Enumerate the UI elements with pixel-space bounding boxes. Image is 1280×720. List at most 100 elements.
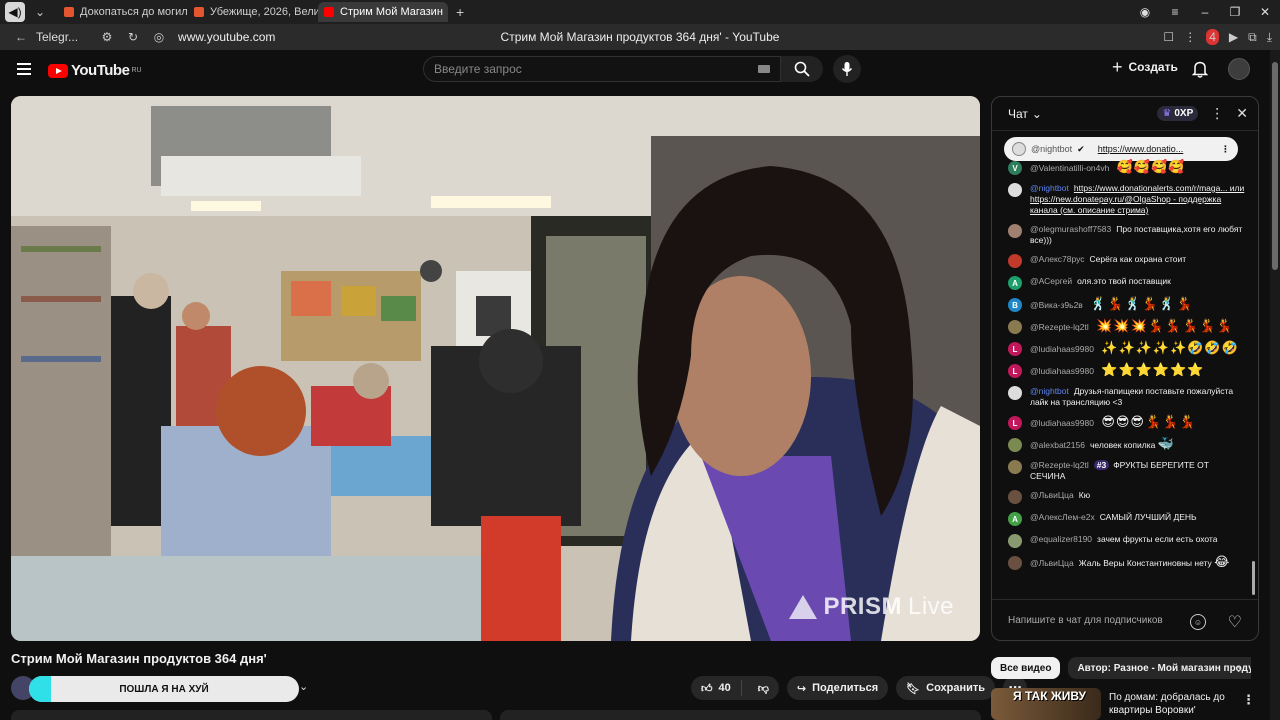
chat-author-avatar[interactable] [1008, 534, 1022, 548]
more-vert-icon[interactable]: ⋮ [1242, 692, 1255, 708]
reload-icon[interactable]: ↻ [122, 30, 144, 44]
more-vert-icon[interactable]: ⋮ [1184, 30, 1196, 44]
chat-author-name[interactable]: @alexbat2156 [1030, 440, 1085, 450]
chat-author-name[interactable]: @olegmurashoff7583 [1030, 224, 1111, 234]
more-vert-icon[interactable]: ⋮ [1210, 105, 1224, 122]
chat-author-avatar[interactable]: А [1008, 276, 1022, 290]
chat-author-name[interactable]: @nightbot [1030, 386, 1069, 396]
back-label[interactable]: Telegr... [36, 30, 78, 44]
minimize-icon[interactable]: – [1190, 5, 1220, 19]
chat-author-name[interactable]: @ludiahaas9980 [1030, 418, 1094, 428]
chat-author-avatar[interactable] [1008, 386, 1022, 400]
browser-tab-active[interactable]: Стрим Мой Магазин ✕ [318, 2, 448, 22]
hamburger-menu-icon[interactable] [17, 63, 31, 78]
back-arrow-icon[interactable]: ← [10, 30, 32, 44]
dislike-button[interactable]: 👎︎ [748, 682, 779, 695]
youtube-logo[interactable]: YouTube RU [48, 62, 142, 79]
overlay-notification: ПОШЛА Я НА ХУЙ [29, 676, 299, 702]
chevron-right-icon[interactable]: › [1237, 660, 1242, 676]
chat-author-avatar[interactable] [1008, 224, 1022, 238]
account-avatar[interactable] [1228, 58, 1250, 80]
chat-author-name[interactable]: @АСергей [1030, 276, 1072, 286]
chat-author-avatar[interactable]: А [1008, 512, 1022, 526]
chat-author-avatar[interactable] [1008, 490, 1022, 504]
chat-message-text: оля.это твой поставщик [1077, 276, 1171, 286]
chat-author-avatar[interactable]: L [1008, 364, 1022, 378]
chat-mode-dropdown[interactable]: Чат ⌄ [1008, 107, 1042, 121]
logo-text: YouTube [71, 62, 130, 79]
video-title: Стрим Мой Магазин продуктов 364 дня' [11, 651, 267, 666]
chat-author-avatar[interactable] [1008, 320, 1022, 334]
site-info-icon[interactable]: ◎ [148, 30, 170, 44]
chat-input[interactable] [1008, 612, 1204, 628]
url-field[interactable]: www.youtube.com [178, 30, 275, 44]
page-scrollbar[interactable] [1270, 50, 1280, 720]
like-dislike-group: 👍︎ 40 👎︎ [691, 676, 779, 700]
chat-author-name[interactable]: @ludiahaas9980 [1030, 366, 1094, 376]
chip-all-videos[interactable]: Все видео [991, 657, 1061, 679]
chat-scrollbar[interactable] [1252, 561, 1255, 595]
like-button[interactable]: 👍︎ 40 [691, 680, 742, 696]
browser-tab-2[interactable]: Убежище, 2026, Великоб [188, 2, 318, 22]
chat-author-avatar[interactable]: V [1008, 161, 1022, 175]
chat-author-avatar[interactable]: L [1008, 416, 1022, 430]
tab-list-icon[interactable]: ⌄ [30, 2, 50, 22]
new-tab-icon[interactable]: + [456, 4, 464, 20]
related-video-title[interactable]: По домам: добралась до квартиры Воровки' [1109, 691, 1239, 717]
chat-author-avatar[interactable] [1008, 438, 1022, 452]
voice-search-button[interactable] [833, 55, 861, 83]
chat-author-name[interactable]: @ЛьвиЦца [1030, 490, 1074, 500]
chat-author-name[interactable]: @Вика-з9ь2в [1030, 300, 1083, 310]
chat-author-name[interactable]: @Rezepte-lq2tl [1030, 322, 1089, 332]
profile-icon[interactable]: ◉ [1130, 5, 1160, 19]
video-thumbnail[interactable]: Я ТАК ЖИВУ [991, 688, 1101, 720]
emoji-icon[interactable]: ☺ [1190, 614, 1206, 630]
create-button[interactable]: + Создать [1112, 58, 1178, 76]
chat-messages: V @Valentinatilli-on4vh 🥰🥰🥰🥰 @nightbot http… [992, 160, 1252, 578]
pinned-menu-icon[interactable]: ⋮ [1221, 144, 1230, 155]
live-chat: Чат ⌄ ♛ 0XP ⋮ ✕ @nightbot ✔︎ https://www… [991, 96, 1259, 641]
pinned-message[interactable]: @nightbot ✔︎ https://www.donatio... ⋮ [1004, 137, 1238, 161]
chat-author-avatar[interactable] [1008, 254, 1022, 268]
video-player[interactable]: PRISM Live [11, 96, 980, 641]
chat-author-avatar[interactable]: L [1008, 342, 1022, 356]
chat-author-name[interactable]: @equalizer8190 [1030, 534, 1092, 544]
maximize-icon[interactable]: ❐ [1220, 5, 1250, 19]
chat-author-avatar[interactable] [1008, 460, 1022, 474]
extension-icon[interactable]: ⚙ [96, 30, 118, 44]
chat-author-name[interactable]: @АлексЛем-е2х [1030, 512, 1095, 522]
pinned-link[interactable]: https://www.donatio... [1098, 144, 1184, 154]
notifications-button[interactable] [1191, 60, 1209, 81]
chat-author-name[interactable]: @ludiahaas9980 [1030, 344, 1094, 354]
browser-tab-1[interactable]: Докопаться до могилы, 2 [58, 2, 188, 22]
chat-author-name[interactable]: @Алекс78рус [1030, 254, 1085, 264]
keyboard-icon[interactable] [758, 65, 770, 73]
xp-badge[interactable]: ♛ 0XP [1157, 106, 1199, 121]
chat-author-name[interactable]: @ЛьвиЦца [1030, 558, 1074, 568]
chat-author-avatar[interactable]: В [1008, 298, 1022, 312]
extensions-icon[interactable]: ⧉ [1248, 30, 1257, 45]
chat-author-avatar[interactable] [1008, 556, 1022, 570]
chat-author-avatar[interactable] [1008, 183, 1022, 197]
chat-author-name[interactable]: @nightbot [1030, 183, 1069, 193]
search-button[interactable] [781, 56, 823, 82]
speaker-icon[interactable]: ◀) [5, 2, 25, 22]
chat-author-name[interactable]: @Valentinatilli-on4vh [1030, 163, 1109, 173]
close-chat-icon[interactable]: ✕ [1236, 105, 1248, 122]
downloads-icon[interactable]: ⤓ [1267, 30, 1272, 45]
heart-icon[interactable]: ♡ [1228, 612, 1242, 632]
chat-author-name[interactable]: @Rezepte-lq2tl [1030, 460, 1089, 470]
search-input[interactable] [424, 57, 780, 81]
share-button[interactable]: ↪ Поделиться [786, 676, 889, 700]
media-icon[interactable]: ▶ [1229, 30, 1238, 44]
menu-icon[interactable]: ≡ [1160, 5, 1190, 19]
search-box [423, 56, 781, 82]
related-video-item[interactable]: Я ТАК ЖИВУ По домам: добралась до кварти… [991, 688, 1259, 720]
chip-author[interactable]: Автор: Разное - Мой магазин проду [1068, 657, 1251, 679]
close-window-icon[interactable]: ✕ [1250, 5, 1280, 19]
chat-message-body: @АСергей оля.это твой поставщик [1030, 276, 1246, 287]
save-button[interactable]: 🔖︎ Сохранить [896, 676, 996, 700]
bookmark-icon[interactable]: ☐ [1163, 30, 1174, 44]
adblock-badge[interactable]: 4 [1206, 29, 1219, 45]
chevron-down-icon[interactable]: ⌄ [299, 680, 308, 693]
